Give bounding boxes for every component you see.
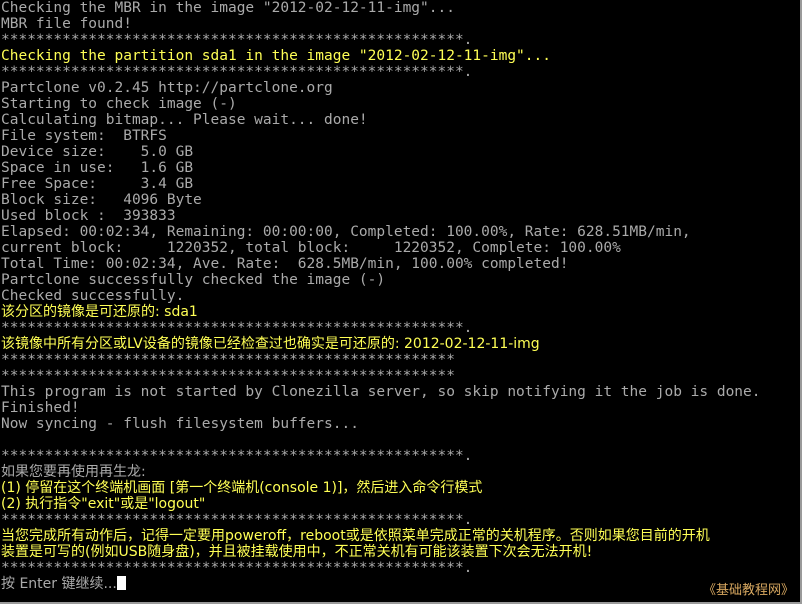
terminal-line: ****************************************… <box>1 32 473 48</box>
terminal-line: ****************************************… <box>1 64 473 80</box>
terminal-window[interactable]: Checking the MBR in the image "2012-02-1… <box>0 0 802 604</box>
terminal-line: 该镜像中所有分区或LV设备的镜像已经检查过也确实是可还原的: 2012-02-1… <box>1 336 540 352</box>
terminal-line: 按 Enter 键继续... <box>0 576 800 592</box>
terminal-line: Free Space: 3.4 GB <box>1 176 194 192</box>
terminal-line: Elapsed: 00:02:34, Remaining: 00:00:00, … <box>1 224 691 240</box>
terminal-line: Partclone v0.2.45 http://partclone.org <box>1 80 333 96</box>
terminal-line: Starting to check image (-) <box>1 96 237 112</box>
terminal-line: ****************************************… <box>1 352 455 368</box>
terminal-line: current block: 1220352, total block: 122… <box>1 240 621 256</box>
terminal-line: (2) 执行指令"exit"或是"logout" <box>1 496 206 512</box>
terminal-line: Checking the MBR in the image "2012-02-1… <box>1 0 455 16</box>
terminal-output: Checking the MBR in the image "2012-02-1… <box>0 0 800 602</box>
terminal-line: (1) 停留在这个终端机画面 [第一个终端机(console 1)]，然后进入命… <box>1 480 483 496</box>
terminal-line: Used block : 393833 <box>1 208 176 224</box>
terminal-line: Checked successfully. <box>1 288 185 304</box>
terminal-line: 当您完成所有动作后，记得一定要用poweroff，reboot或是依照菜单完成正… <box>1 528 710 544</box>
terminal-line: File system: BTRFS <box>1 128 167 144</box>
terminal-line: Block size: 4096 Byte <box>1 192 202 208</box>
terminal-line: 装置是可写的(例如USB随身盘)，并且被挂载使用中，不正常关机有可能该装置下次会… <box>1 544 593 560</box>
terminal-line: ****************************************… <box>1 448 473 464</box>
terminal-line: Finished! <box>1 400 80 416</box>
terminal-line: Calculating bitmap... Please wait... don… <box>1 112 368 128</box>
text-cursor <box>116 576 126 590</box>
terminal-line: Total Time: 00:02:34, Ave. Rate: 628.5MB… <box>1 256 569 272</box>
terminal-line: ****************************************… <box>1 368 455 384</box>
terminal-line: 如果您要再使用再生龙: <box>1 464 146 480</box>
terminal-line: Partclone successfully checked the image… <box>1 272 386 288</box>
prompt-text: 按 Enter 键继续... <box>1 576 117 592</box>
terminal-line: Space in use: 1.6 GB <box>1 160 194 176</box>
terminal-line: ****************************************… <box>1 512 473 528</box>
terminal-line: Now syncing - flush filesystem buffers..… <box>1 416 359 432</box>
terminal-line: Device size: 5.0 GB <box>1 144 194 160</box>
terminal-line: ****************************************… <box>1 560 473 576</box>
terminal-line: ****************************************… <box>1 320 473 336</box>
terminal-line: MBR file found! <box>1 16 132 32</box>
terminal-line: 该分区的镜像是可还原的: sda1 <box>1 304 198 320</box>
terminal-line: Checking the partition sda1 in the image… <box>1 48 551 64</box>
watermark-label: 《基础教程网》 <box>702 583 794 598</box>
terminal-line: This program is not started by Clonezill… <box>1 384 761 400</box>
